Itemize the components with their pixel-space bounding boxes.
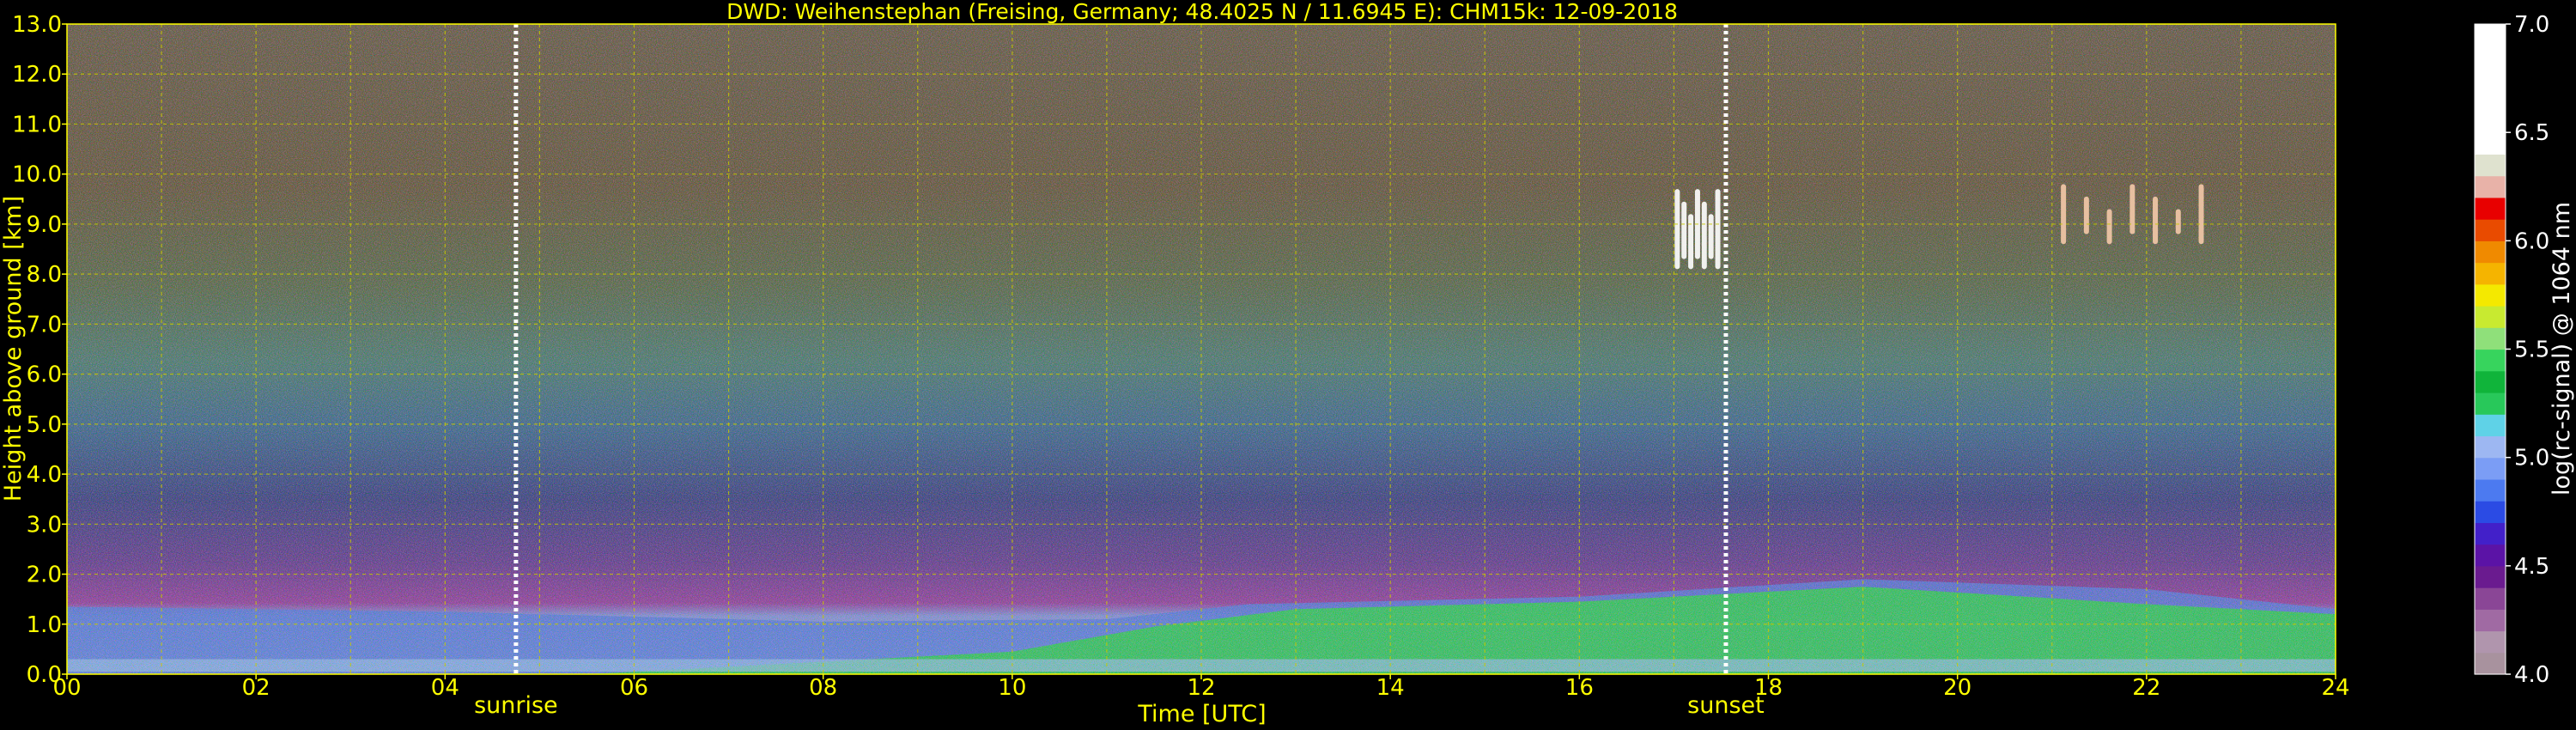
- colorbar-segment: [2475, 414, 2506, 437]
- cirrus-streak: [1708, 214, 1714, 259]
- colorbar-segment: [2475, 565, 2506, 588]
- colorbar-label: log(rc-signal) @ 1064 nm: [2549, 202, 2575, 496]
- x-tick-label: 04: [431, 675, 459, 701]
- cirrus-streak: [1688, 214, 1694, 270]
- y-tick-label: 1.0: [27, 612, 62, 638]
- colorbar-segment: [2475, 522, 2506, 545]
- y-tick-label: 7.0: [27, 312, 62, 338]
- cirrus-streak: [2061, 184, 2067, 245]
- y-tick-label: 3.0: [27, 512, 62, 538]
- colorbar-tick-label: 4.5: [2514, 554, 2549, 580]
- colorbar-segment: [2475, 88, 2506, 112]
- cirrus-streak: [2129, 184, 2136, 234]
- colorbar-tick-label: 5.5: [2514, 338, 2549, 363]
- x-axis-label: Time [UTC]: [1137, 701, 1266, 727]
- y-tick-label: 12.0: [12, 62, 62, 88]
- colorbar-tick-label: 4.0: [2514, 662, 2549, 688]
- colorbar-segment: [2475, 46, 2506, 69]
- colorbar-segment: [2475, 370, 2506, 393]
- colorbar-segment: [2475, 283, 2506, 307]
- colorbar-segment: [2475, 478, 2506, 502]
- event-label-sunset: sunset: [1687, 692, 1765, 719]
- ceilometer-plot: sunrise sunset 0.0 1.0 2.0 3.0 4.0 5.0 6.0 7.0 8.…: [0, 0, 2576, 730]
- x-tick-label: 12: [1187, 675, 1215, 701]
- colorbar-segment: [2475, 457, 2506, 480]
- colorbar-segment: [2475, 392, 2506, 415]
- x-tick-label: 08: [809, 675, 837, 701]
- x-tick-label: 10: [998, 675, 1026, 701]
- x-tick-label: 24: [2321, 675, 2349, 701]
- cirrus-streak: [1715, 189, 1721, 270]
- colorbar-segment: [2475, 306, 2506, 328]
- cirrus-streak: [2083, 196, 2089, 234]
- y-tick-label: 4.0: [27, 462, 62, 488]
- chart-svg: sunrise sunset 0.01.02.03.04.05.06.07.08.…: [0, 0, 2575, 727]
- y-tick-label: 2.0: [27, 563, 62, 588]
- colorbar-segment: [2475, 652, 2506, 675]
- cirrus-streak: [2198, 184, 2204, 245]
- colorbar-tick-label: 6.5: [2514, 120, 2549, 146]
- x-tick-label: 16: [1565, 675, 1594, 701]
- y-tick-label: 5.0: [27, 412, 62, 438]
- colorbar-segment: [2475, 24, 2506, 46]
- event-label-sunrise: sunrise: [474, 692, 558, 719]
- cirrus-streak: [2106, 209, 2112, 245]
- colorbar: 4.0 4.5 5.0 5.5 6.0 6.5 7.0: [2474, 12, 2549, 688]
- colorbar-segment: [2475, 327, 2506, 350]
- x-tick-label: 18: [1754, 675, 1783, 701]
- colorbar-segment: [2475, 349, 2506, 372]
- cirrus-streak: [1701, 201, 1707, 270]
- y-axis-label: Height above ground [km]: [0, 196, 27, 502]
- colorbar-segment: [2475, 501, 2506, 523]
- colorbar-segment: [2475, 67, 2506, 90]
- colorbar-segment: [2475, 154, 2506, 177]
- x-tick-label: 02: [242, 675, 270, 701]
- cirrus-streak: [1681, 201, 1687, 259]
- colorbar-tick-label: 6.0: [2514, 228, 2549, 254]
- x-tick-label: 20: [1943, 675, 1971, 701]
- colorbar-segment: [2475, 262, 2506, 285]
- cirrus-streak: [2175, 209, 2181, 234]
- colorbar-segment: [2475, 630, 2506, 654]
- chart-title: DWD: Weihenstephan (Freising, Germany; 4…: [726, 0, 1678, 24]
- colorbar-tick-label: 7.0: [2514, 12, 2549, 38]
- y-tick-label: 8.0: [27, 262, 62, 288]
- colorbar-segment: [2475, 587, 2506, 610]
- y-tick-label: 6.0: [27, 362, 62, 388]
- colorbar-segment: [2475, 110, 2506, 133]
- colorbar-tick-label: 5.0: [2514, 446, 2549, 471]
- colorbar-segment: [2475, 240, 2506, 264]
- x-tick-label: 14: [1376, 675, 1405, 701]
- x-tick-label: 06: [620, 675, 648, 701]
- colorbar-segment: [2475, 197, 2506, 220]
- colorbar-segment: [2475, 219, 2506, 241]
- colorbar-segment: [2475, 175, 2506, 198]
- colorbar-segment: [2475, 609, 2506, 632]
- y-tick-label: 10.0: [12, 162, 62, 188]
- y-tick-label: 11.0: [12, 112, 62, 137]
- colorbar-segment: [2475, 435, 2506, 459]
- colorbar-segment: [2475, 544, 2506, 567]
- cirrus-streak: [1674, 189, 1680, 270]
- y-tick-label: 9.0: [27, 212, 62, 238]
- x-tick-label: 22: [2132, 675, 2160, 701]
- x-tick-label: 00: [52, 675, 81, 701]
- colorbar-segment: [2475, 132, 2506, 155]
- y-tick-label: 13.0: [12, 12, 62, 38]
- cirrus-streak: [2153, 196, 2159, 245]
